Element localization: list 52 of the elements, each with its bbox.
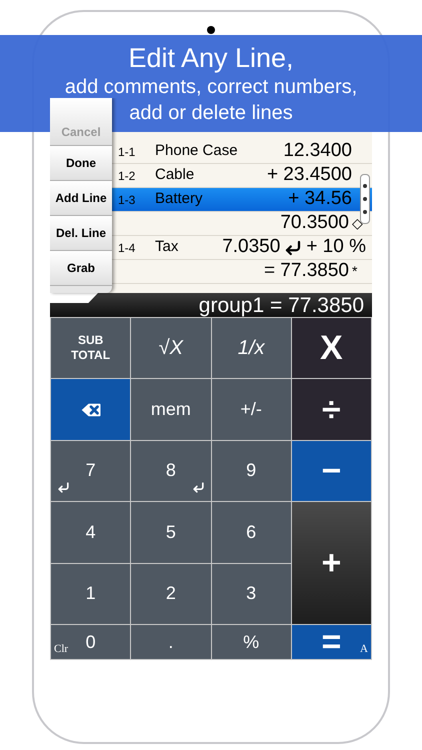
return-arrow-icon [57, 481, 70, 494]
keypad-key[interactable]: 9 [212, 440, 291, 502]
side-button[interactable]: Del. Line [50, 216, 112, 251]
keypad-key[interactable]: + [292, 502, 371, 624]
line-comment: Phone Case [155, 141, 239, 162]
keypad-key[interactable]: ÷ [292, 379, 371, 440]
side-button[interactable]: Grab [50, 251, 112, 286]
line-number: 1-3 [118, 192, 136, 208]
line-value: 7.0350 [222, 235, 280, 260]
keypad-key[interactable]: 1 [51, 564, 130, 624]
line-number: 1-4 [118, 240, 136, 256]
line-value: + 23.4500 [266, 163, 352, 188]
keypad-key[interactable]: mem [131, 379, 210, 440]
line-value: + 34.56 [288, 187, 352, 212]
keypad-key[interactable]: 5 [131, 502, 210, 563]
keypad-key[interactable]: 6 [212, 502, 291, 563]
hook-arrow-icon [192, 481, 204, 494]
keypad-key[interactable]: . [131, 625, 210, 659]
result-text: group1 = 77.3850 [198, 294, 364, 316]
keypad-key[interactable]: 1/x [212, 318, 291, 378]
return-arrow-icon [284, 238, 302, 256]
banner-title: Edit Any Line, [128, 42, 294, 74]
keypad-key[interactable] [51, 379, 130, 440]
line-operation: + 10 % [306, 235, 366, 260]
selected-line-row[interactable]: 1-3 Battery + 34.56 [112, 188, 372, 212]
subtotal-value: 70.3500 [280, 211, 349, 236]
side-button[interactable]: Done [50, 146, 112, 181]
line-row[interactable]: 1-1 Phone Case 12.3400 [112, 140, 372, 164]
keypad-key[interactable]: SUB TOTAL [51, 318, 130, 378]
line-comment: Battery [155, 189, 204, 210]
line-row[interactable]: 1-2 Cable + 23.4500 [112, 164, 372, 188]
line-comment: Tax [155, 237, 180, 258]
line-number: 1-2 [118, 168, 136, 184]
subtotal-value: = 77.3850 [264, 259, 349, 284]
subtotal-mark: * [352, 262, 358, 281]
line-number: 1-1 [118, 144, 136, 160]
side-button[interactable]: Add Line [50, 181, 112, 216]
keypad-key[interactable]: √X [131, 318, 210, 378]
keypad-key[interactable]: 8 [131, 440, 210, 502]
keypad-key[interactable]: % [212, 625, 291, 659]
keypad-key[interactable]: − [292, 440, 371, 502]
keypad-key[interactable]: 4 [51, 502, 130, 563]
keypad-key[interactable]: 7 [51, 440, 130, 502]
key-hint: A [360, 642, 368, 656]
keypad-key[interactable]: 2 [131, 564, 210, 624]
keypad-key[interactable]: 3 [212, 564, 291, 624]
keypad-key[interactable]: X [292, 318, 371, 378]
keypad-key[interactable]: +/- [212, 379, 291, 440]
line-value: 12.3400 [283, 139, 352, 164]
line-comment: Cable [155, 165, 196, 186]
key-hint: Clr [54, 642, 68, 656]
subtotal-mark: ◇ [352, 214, 364, 233]
